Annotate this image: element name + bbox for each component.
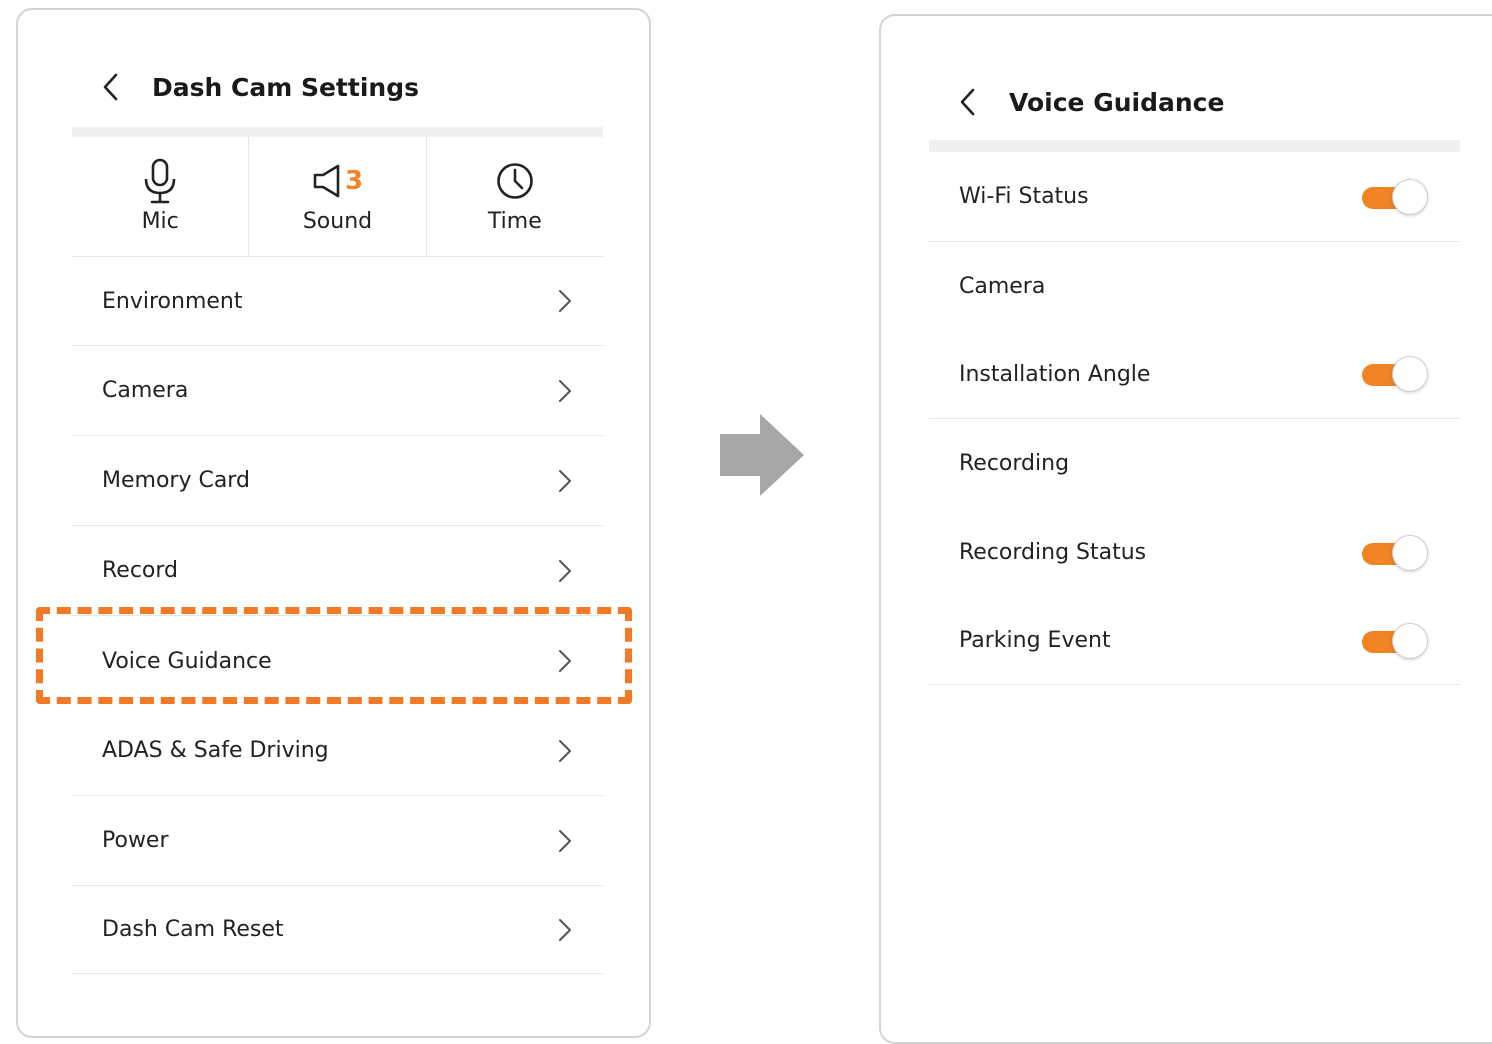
toggle-knob (1392, 622, 1428, 659)
page-title: Dash Cam Settings (152, 72, 419, 102)
menu-item-adas-safe-driving[interactable]: ADAS & Safe Driving (72, 706, 603, 796)
quick-setting-mic[interactable]: Mic (72, 137, 248, 256)
back-button[interactable] (953, 87, 983, 117)
chevron-right-icon (559, 650, 571, 672)
chevron-right-icon (559, 739, 571, 762)
section-camera: Camera (929, 242, 1460, 330)
menu-item-label: ADAS & Safe Driving (102, 738, 329, 763)
chevron-left-icon (960, 88, 975, 116)
setting-label: Installation Angle (959, 361, 1151, 387)
menu-item-dash-cam-reset[interactable]: Dash Cam Reset (72, 886, 603, 974)
sound-volume-value: 3 (344, 166, 364, 196)
menu-item-power[interactable]: Power (72, 796, 603, 886)
speaker-icon (313, 164, 340, 198)
chevron-right-icon (559, 379, 571, 402)
setting-label: Recording Status (959, 540, 1147, 565)
voice-guidance-screen: Voice Guidance Wi-Fi Status Camera Install… (879, 14, 1492, 1044)
quick-setting-label: Time (487, 209, 542, 234)
menu-item-record[interactable]: Record (72, 526, 603, 616)
toggle-knob (1392, 534, 1428, 571)
parking-event-toggle[interactable] (1362, 622, 1430, 659)
chevron-right-icon (559, 829, 571, 852)
setting-recording-status[interactable]: Recording Status (929, 508, 1460, 597)
section-header: Recording (959, 451, 1070, 476)
quick-setting-sound[interactable]: 3 Sound (248, 137, 425, 256)
section-recording: Recording (929, 419, 1460, 508)
header-divider (929, 140, 1460, 152)
chevron-left-icon (103, 73, 118, 101)
dash-cam-settings-screen: Dash Cam Settings Mic 3 Sound Time Envir… (16, 8, 651, 1038)
settings-menu: Environment Camera Memory Card Record Voice … (72, 257, 603, 974)
chevron-right-icon (559, 469, 571, 492)
setting-label: Parking Event (959, 628, 1111, 653)
setting-wi-fi-status[interactable]: Wi-Fi Status (929, 152, 1460, 242)
menu-item-label: Environment (102, 288, 243, 314)
quick-settings: Mic 3 Sound Time (72, 137, 603, 257)
menu-item-label: Dash Cam Reset (102, 917, 284, 942)
header: Voice Guidance (953, 87, 1224, 117)
menu-item-camera[interactable]: Camera (72, 346, 603, 436)
wi-fi-status-toggle[interactable] (1362, 178, 1430, 215)
arrow-right-icon (720, 414, 804, 496)
chevron-right-icon (559, 918, 571, 941)
quick-setting-time[interactable]: Time (425, 137, 603, 256)
menu-item-label: Record (102, 558, 179, 583)
setting-label: Wi-Fi Status (959, 184, 1089, 209)
menu-item-label: Power (102, 828, 169, 853)
toggle-knob (1392, 356, 1428, 392)
quick-setting-label: Mic (141, 209, 179, 234)
back-button[interactable] (96, 72, 126, 102)
chevron-right-icon (559, 290, 571, 312)
menu-item-label: Voice Guidance (102, 648, 272, 674)
header-divider (72, 127, 603, 137)
installation-angle-toggle[interactable] (1362, 356, 1430, 392)
recording-status-toggle[interactable] (1362, 534, 1430, 571)
page-title: Voice Guidance (1009, 87, 1225, 117)
mic-icon (144, 158, 176, 204)
chevron-right-icon (559, 559, 571, 582)
setting-parking-event[interactable]: Parking Event (929, 597, 1460, 685)
menu-item-environment[interactable]: Environment (72, 257, 603, 346)
setting-installation-angle[interactable]: Installation Angle (929, 330, 1460, 419)
header: Dash Cam Settings (96, 72, 419, 102)
menu-item-label: Camera (102, 378, 189, 403)
toggle-knob (1392, 178, 1428, 215)
menu-item-label: Memory Card (102, 468, 250, 493)
section-header: Camera (959, 273, 1046, 299)
menu-item-voice-guidance[interactable]: Voice Guidance (72, 616, 603, 706)
clock-icon (497, 163, 533, 199)
menu-item-memory-card[interactable]: Memory Card (72, 436, 603, 526)
quick-setting-label: Sound (302, 209, 373, 234)
